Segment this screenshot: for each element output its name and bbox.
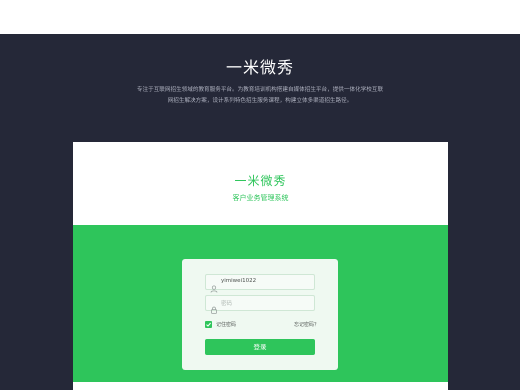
brand-subtitle: 客户业务管理系统 bbox=[232, 194, 289, 202]
username-field[interactable]: yimiwei1022 bbox=[205, 274, 315, 293]
top-strip bbox=[0, 0, 520, 34]
brand-title: 一米微秀 bbox=[234, 174, 287, 188]
user-icon bbox=[210, 278, 218, 293]
login-form: yimiwei1022 密码 记住密码 忘记密码？ 登录 bbox=[182, 259, 338, 370]
card-header: 一米微秀 客户业务管理系统 bbox=[73, 142, 448, 225]
remember-label: 记住密码 bbox=[216, 322, 237, 328]
lock-icon bbox=[210, 299, 218, 314]
checkmark-icon bbox=[206, 322, 211, 327]
hero-description: 专注于互联网招生领域的教育服务平台。为教育培训机构搭建自媒体招生平台，提供一体化… bbox=[136, 87, 384, 104]
remember-checkbox[interactable] bbox=[205, 321, 212, 328]
login-card: 一米微秀 客户业务管理系统 yimiwei1022 密码 记住密码 忘记密码？ … bbox=[73, 142, 448, 390]
username-value: yimiwei1022 bbox=[221, 278, 257, 284]
forgot-password-link[interactable]: 忘记密码？ bbox=[294, 321, 319, 328]
password-field[interactable]: 密码 bbox=[205, 295, 315, 314]
password-placeholder: 密码 bbox=[221, 301, 233, 307]
hero-title: 一米微秀 bbox=[225, 58, 294, 77]
page: 一米微秀 专注于互联网招生领域的教育服务平台。为教育培训机构搭建自媒体招生平台，… bbox=[0, 0, 520, 390]
login-button[interactable]: 登录 bbox=[205, 339, 315, 355]
